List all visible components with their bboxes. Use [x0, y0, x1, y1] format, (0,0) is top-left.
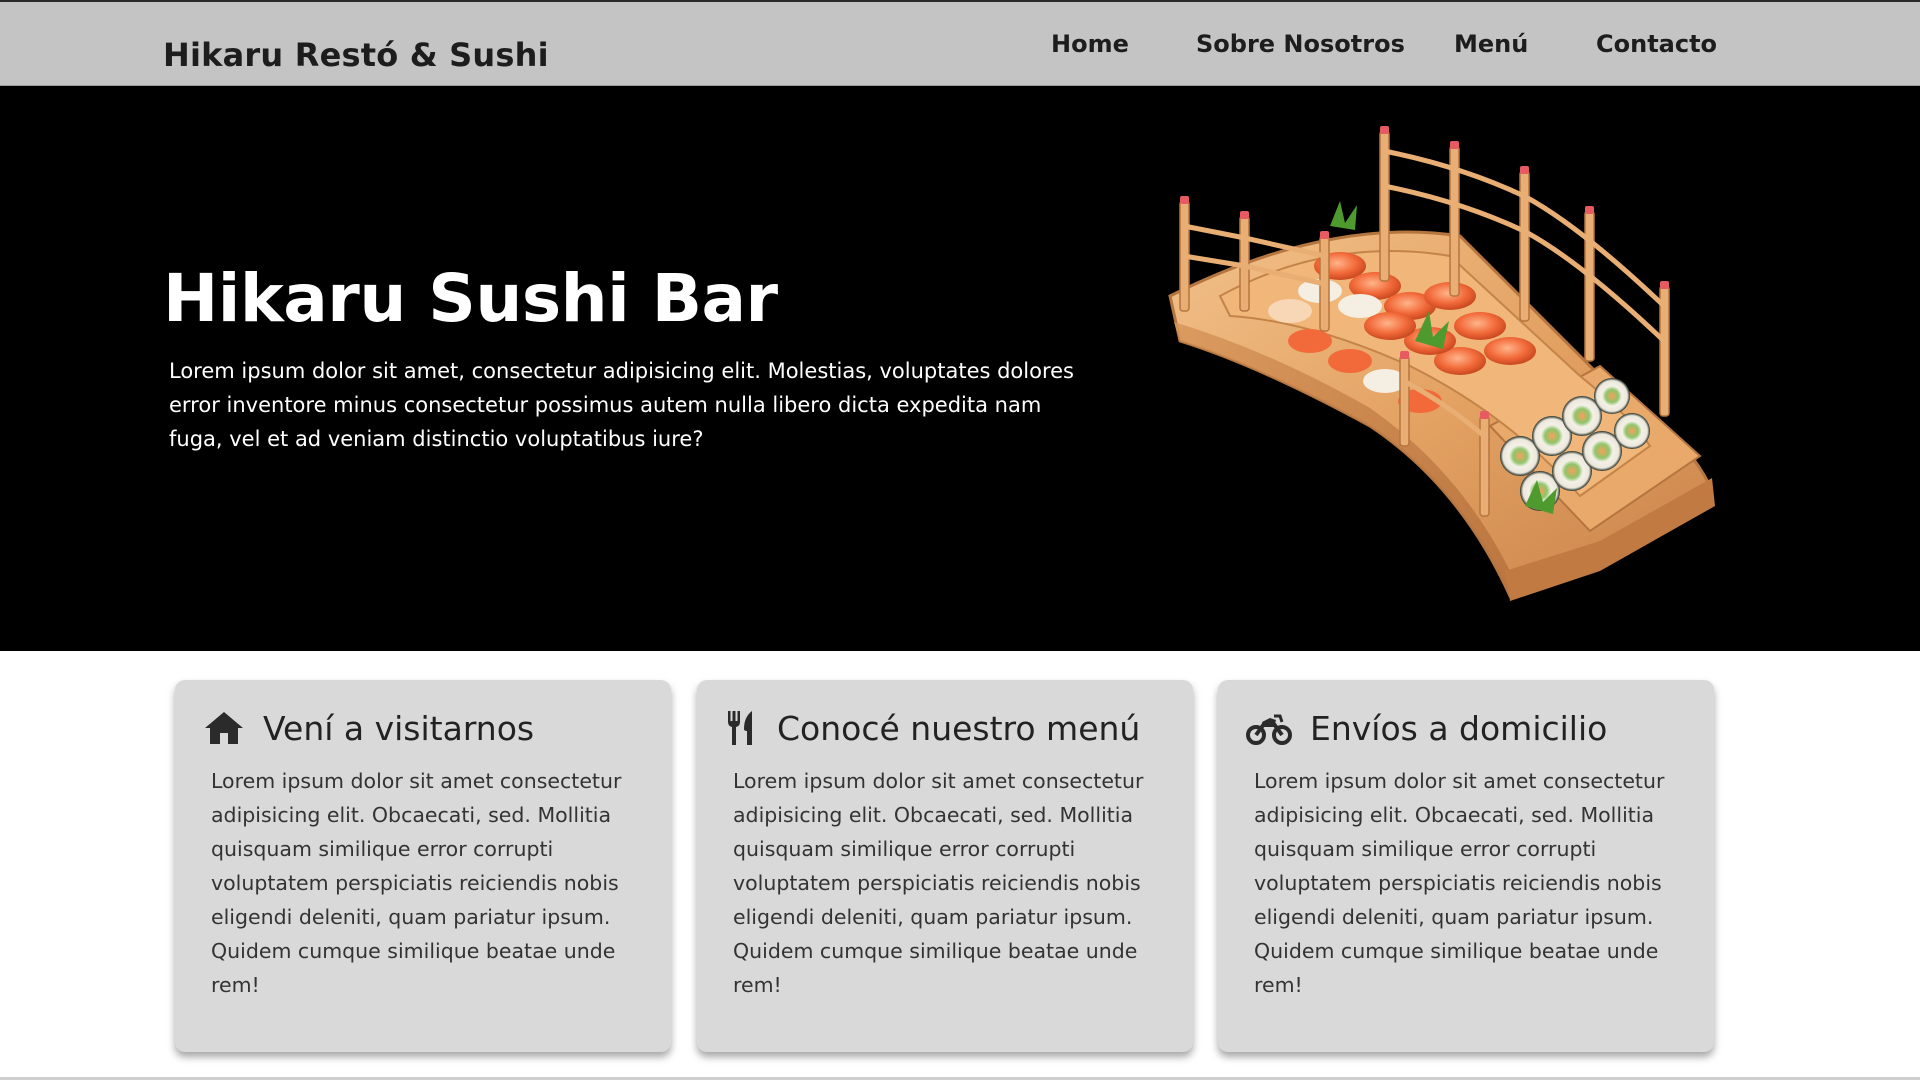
card-text: Lorem ipsum dolor sit amet consectetur a…	[1254, 769, 1665, 997]
nav-link-contacto[interactable]: Contacto	[1596, 30, 1717, 58]
nav-link-home[interactable]: Home	[1051, 30, 1129, 58]
feature-card-menu: Conocé nuestro menú Lorem ipsum dolor si…	[697, 680, 1193, 1052]
main-nav: Home Sobre Nosotros Menú Contacto	[0, 30, 1920, 62]
site-header: Hikaru Restó & Sushi Home Sobre Nosotros…	[0, 0, 1920, 86]
feature-card-visit: Vení a visitarnos Lorem ipsum dolor sit …	[175, 680, 671, 1052]
nav-link-menu[interactable]: Menú	[1454, 30, 1528, 58]
card-text: Lorem ipsum dolor sit amet consectetur a…	[733, 769, 1144, 997]
feature-card-delivery: Envíos a domicilio Lorem ipsum dolor sit…	[1218, 680, 1714, 1052]
card-header: Envíos a domicilio	[1246, 704, 1607, 752]
sushi-bridge-platter-image	[1168, 126, 1715, 601]
hero-title: Hikaru Sushi Bar	[163, 260, 778, 337]
card-header: Vení a visitarnos	[203, 704, 534, 752]
card-text: Lorem ipsum dolor sit amet consectetur a…	[211, 769, 622, 997]
hero-text: Lorem ipsum dolor sit amet, consectetur …	[169, 359, 1074, 451]
house-icon	[205, 712, 243, 744]
utensils-icon	[728, 711, 752, 745]
card-title: Conocé nuestro menú	[777, 708, 1141, 748]
card-title: Vení a visitarnos	[263, 708, 535, 748]
nav-link-sobre-nosotros[interactable]: Sobre Nosotros	[1196, 30, 1405, 58]
card-title: Envíos a domicilio	[1310, 708, 1608, 748]
motorcycle-icon	[1246, 714, 1292, 745]
card-header: Conocé nuestro menú	[725, 704, 1140, 752]
hero-section: Hikaru Sushi Bar Lorem ipsum dolor sit a…	[0, 86, 1920, 651]
